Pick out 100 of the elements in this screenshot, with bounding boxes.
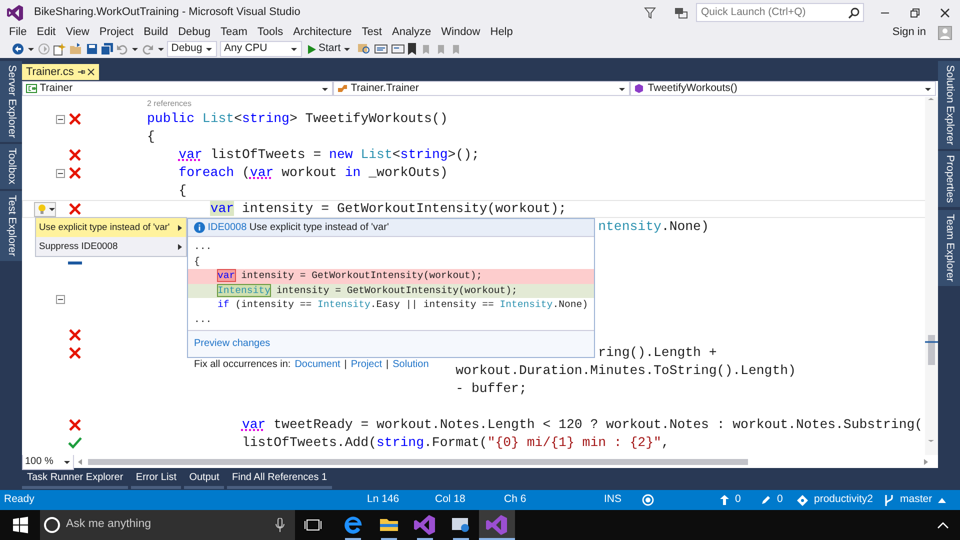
error-icon <box>68 418 82 432</box>
code-line: ... <box>193 312 213 326</box>
publish-icon[interactable] <box>642 494 654 506</box>
close-icon[interactable] <box>87 68 96 76</box>
scope-link[interactable]: Solution <box>392 357 429 372</box>
code-line: { <box>193 254 201 268</box>
quick-action-item[interactable]: Suppress IDE0008 <box>36 237 186 256</box>
tool-window-tab[interactable]: Team Explorer <box>938 210 960 286</box>
caret-icon <box>343 45 352 53</box>
menu-item[interactable]: Analyze <box>386 24 436 41</box>
app-logo-icon <box>6 4 24 22</box>
comment-icon[interactable] <box>374 43 388 55</box>
char-number: Ch 6 <box>504 492 528 508</box>
check-icon <box>68 436 82 450</box>
code-line: listOfTweets.Add(string.Format("{0} mi/{1} min : {2}", <box>242 435 670 450</box>
caret-icon <box>290 45 298 53</box>
status-text: Ready <box>3 492 36 508</box>
caret-icon <box>48 205 56 213</box>
code-line: - buffer; <box>456 381 527 396</box>
menu-item[interactable]: Project <box>94 24 139 41</box>
caret-up-icon[interactable] <box>938 497 946 503</box>
error-icon <box>68 346 82 360</box>
diagnostic-link[interactable]: IDE0008 <box>208 220 247 235</box>
tool-window-tab[interactable]: Toolbox <box>0 144 22 189</box>
info-icon <box>194 222 205 233</box>
back-icon[interactable] <box>12 43 24 55</box>
collapse-icon[interactable] <box>56 168 65 178</box>
new-item-icon[interactable] <box>52 42 66 56</box>
tool-window-tab[interactable]: Server Explorer <box>0 60 22 142</box>
fix-all-label: Fix all occurrences in: <box>194 358 291 372</box>
quick-action-item[interactable]: Use explicit type instead of 'var' <box>36 218 186 237</box>
uncomment-icon[interactable] <box>390 43 405 55</box>
save-all-icon[interactable] <box>100 42 114 56</box>
menu-item[interactable]: Team <box>216 24 252 41</box>
code-line: if (intensity == Intensity.Easy || intensity == Intensity.None) <box>216 298 589 312</box>
repository-icon[interactable] <box>797 494 808 506</box>
error-icon <box>68 148 82 162</box>
error-icon <box>68 112 82 126</box>
up-arrow-icon[interactable] <box>720 495 729 505</box>
class-icon <box>337 83 348 94</box>
menu-item[interactable]: Architecture <box>288 24 357 41</box>
code-line: ... <box>193 240 213 254</box>
collapse-icon[interactable] <box>56 114 65 124</box>
start-button[interactable]: Start <box>304 41 354 57</box>
visual-studio-icon[interactable] <box>479 510 515 540</box>
csharp-file-icon <box>26 83 37 94</box>
navigation-dropdown[interactable]: Trainer <box>22 81 333 96</box>
menu-item[interactable]: View <box>60 24 94 41</box>
scope-link[interactable]: Document <box>294 357 340 372</box>
tool-window-tab[interactable]: Test Explorer <box>0 191 22 261</box>
feedback-icon[interactable] <box>674 6 688 18</box>
separator: | <box>386 358 389 372</box>
caret-icon[interactable] <box>156 45 164 53</box>
document-tab[interactable]: Trainer.cs <box>22 64 100 80</box>
diagnostic-message: Use explicit type instead of 'var' <box>249 221 389 235</box>
find-icon[interactable] <box>357 43 372 55</box>
open-folder-icon[interactable] <box>69 43 83 55</box>
platform-dropdown[interactable]: Any CPU <box>220 41 302 57</box>
lightbulb-icon <box>38 204 46 214</box>
quick-launch-field[interactable]: Quick Launch (Ctrl+Q) <box>696 3 864 22</box>
collapse-icon[interactable] <box>56 294 65 304</box>
microphone-icon <box>275 518 285 532</box>
search-field[interactable]: Ask me anything <box>40 510 295 540</box>
configuration-dropdown[interactable]: Debug <box>167 41 218 57</box>
navigation-dropdown[interactable]: TweetifyWorkouts() <box>630 81 936 96</box>
tool-window-tab[interactable]: Properties <box>938 151 960 208</box>
quick-actions-button[interactable] <box>34 202 56 216</box>
cortana-icon <box>43 516 61 534</box>
branch-icon[interactable] <box>884 494 894 506</box>
menu-item[interactable]: Tools <box>252 24 288 41</box>
menu-item[interactable]: Build <box>138 24 174 41</box>
pin-icon[interactable] <box>76 68 85 76</box>
error-icon <box>68 328 82 342</box>
bookmark-icon[interactable] <box>407 43 418 55</box>
code-line: workout.Duration.Minutes.ToString().Length) <box>456 363 796 378</box>
menu-item[interactable]: Edit <box>32 24 61 41</box>
menu-item[interactable]: File <box>4 24 32 41</box>
codelens-references[interactable]: 2 references <box>147 99 192 108</box>
branch-name: master <box>900 492 932 508</box>
filter-icon[interactable] <box>644 6 656 18</box>
preview-changes-link[interactable]: Preview changes <box>188 331 594 354</box>
account-icon[interactable] <box>938 26 952 40</box>
menu-item[interactable]: Debug <box>173 24 216 41</box>
tool-window-tab[interactable]: Solution Explorer <box>938 60 960 149</box>
save-icon[interactable] <box>86 43 98 55</box>
scope-link[interactable]: Project <box>350 357 382 372</box>
line-number: Ln 146 <box>367 492 400 508</box>
code-line: var tweetReady = workout.Notes.Length < 120 ? workout.Notes : workout.Notes.Substring( <box>242 417 923 432</box>
navigation-dropdown[interactable]: Trainer.Trainer <box>333 81 630 96</box>
repository-name: productivity2 <box>814 492 874 508</box>
code-line: ring().Length + <box>598 345 717 360</box>
caret-icon[interactable] <box>26 45 35 53</box>
pencil-icon[interactable] <box>761 495 771 505</box>
caret-icon[interactable] <box>131 45 139 53</box>
menu-item[interactable]: Window <box>436 24 486 41</box>
menu-item[interactable]: Help <box>485 24 518 41</box>
menu-item[interactable]: Test <box>356 24 387 41</box>
sign-in-link[interactable]: Sign in <box>892 24 926 41</box>
code-line: var listOfTweets = new List<string>(); <box>178 147 480 162</box>
show-hidden-icons-icon[interactable] <box>936 520 950 530</box>
